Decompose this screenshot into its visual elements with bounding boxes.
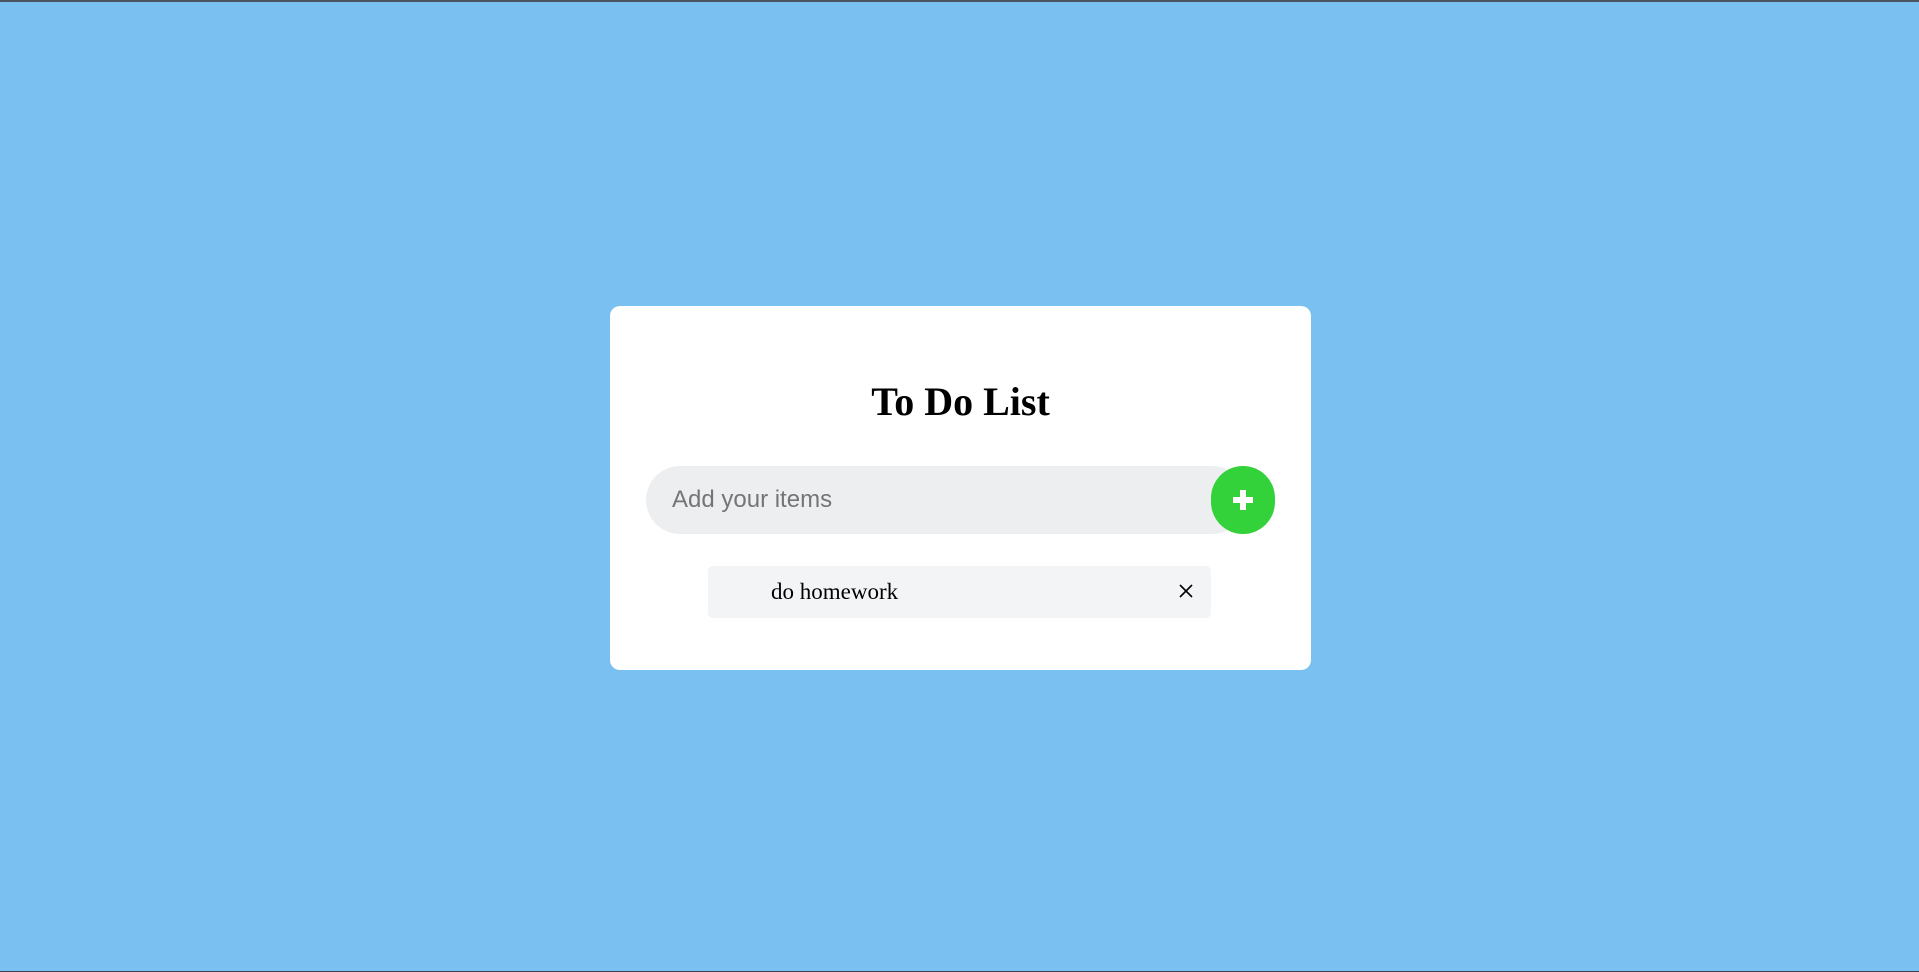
plus-icon [1233,490,1253,510]
todo-list: do homework [708,566,1211,618]
page-title: To Do List [871,379,1050,424]
add-item-row [646,466,1275,534]
todo-item-text: do homework [771,579,899,604]
todo-item[interactable]: do homework [708,566,1211,618]
remove-item-button[interactable] [1171,576,1201,606]
add-item-button[interactable] [1211,466,1275,534]
close-icon [1179,584,1193,598]
todo-card: To Do List do homework [610,306,1311,670]
add-item-input[interactable] [646,466,1246,534]
